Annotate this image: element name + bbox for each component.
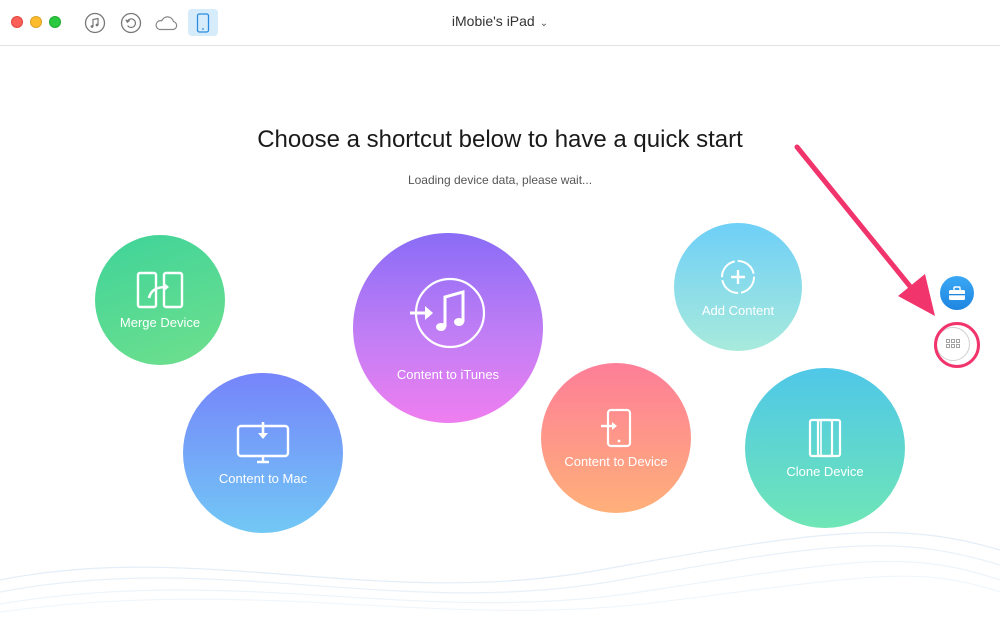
title-bar: iMobie's iPad ⌄ (0, 0, 1000, 46)
add-content-shortcut[interactable]: Add Content (674, 223, 802, 351)
page-title: Choose a shortcut below to have a quick … (257, 126, 743, 153)
merge-device-label: Merge Device (119, 314, 201, 330)
content-to-itunes-shortcut[interactable]: Content to iTunes (353, 233, 543, 423)
loading-status: Loading device data, please wait... (407, 173, 593, 187)
content-to-device-shortcut[interactable]: Content to Device (541, 363, 691, 513)
content-to-itunes-label: Content to iTunes (396, 366, 500, 382)
merge-device-shortcut[interactable]: Merge Device (95, 235, 225, 365)
clone-device-label: Clone Device (786, 463, 864, 479)
monitor-download-icon (236, 421, 290, 463)
clone-device-icon (808, 418, 842, 457)
toolbox-icon (949, 285, 965, 300)
chevron-down-icon: ⌄ (539, 18, 549, 29)
content-to-device-label: Content to Device (564, 453, 668, 469)
itunes-transfer-icon (410, 277, 486, 348)
window-title[interactable]: iMobie's iPad ⌄ (0, 13, 1000, 29)
clone-device-shortcut[interactable]: Clone Device (745, 368, 905, 528)
add-circle-icon (721, 259, 755, 294)
content-to-mac-label: Content to Mac (218, 470, 308, 486)
content-to-mac-shortcut[interactable]: Content to Mac (183, 373, 343, 533)
device-name: iMobie's iPad (451, 13, 535, 29)
toolbox-button[interactable] (940, 276, 974, 310)
merge-device-icon (136, 271, 184, 308)
device-import-icon (601, 408, 632, 447)
add-content-label: Add Content (701, 302, 775, 318)
highlight-ring (934, 322, 980, 368)
